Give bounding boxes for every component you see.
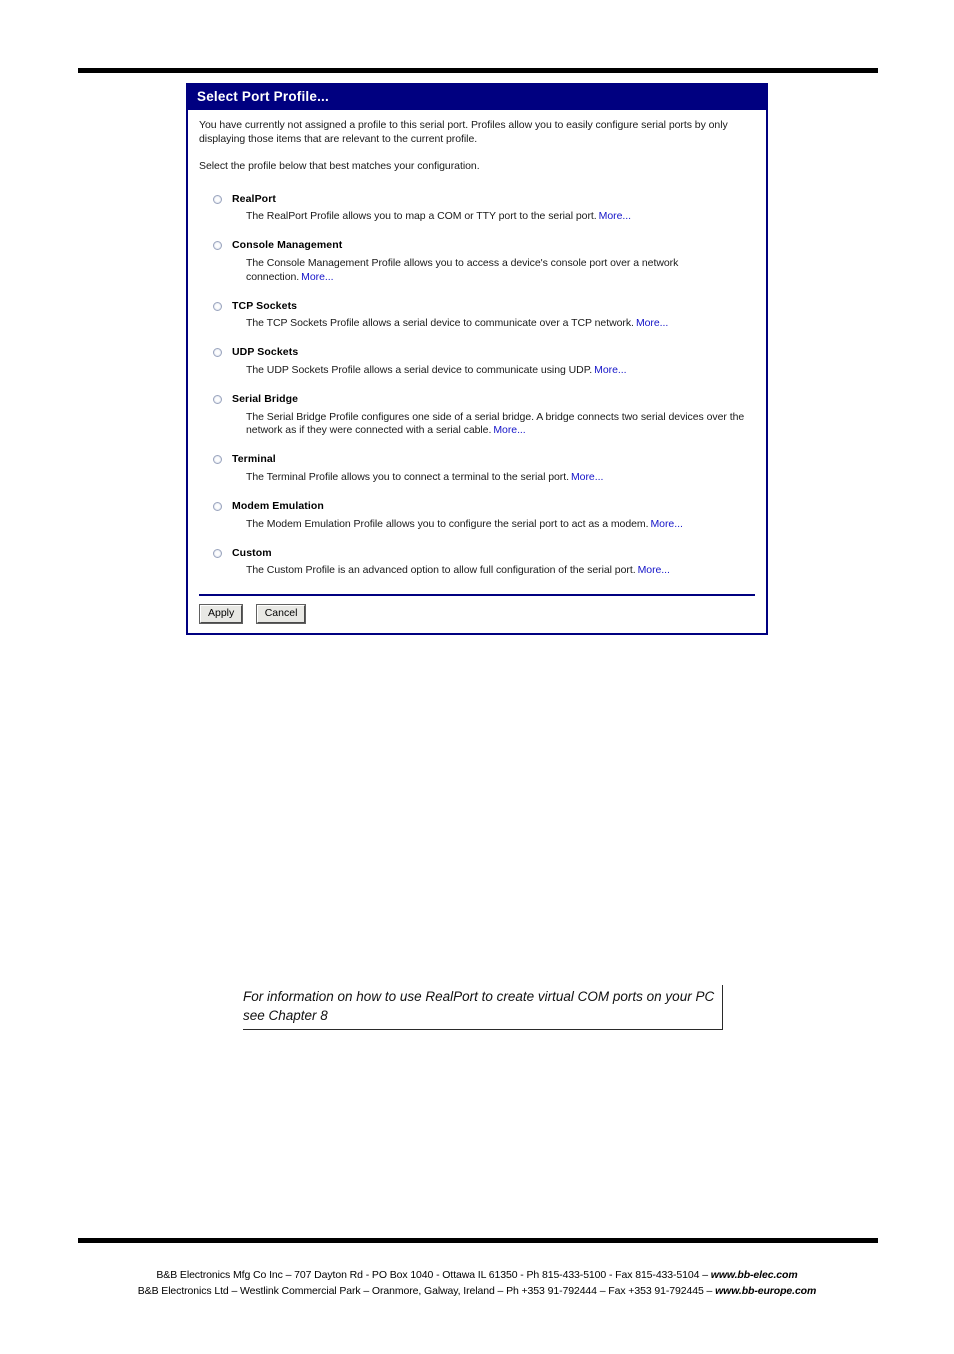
dialog-title: Select Port Profile... — [188, 85, 766, 111]
more-link-custom[interactable]: More... — [638, 564, 670, 576]
profile-description-text: The RealPort Profile allows you to map a… — [246, 210, 597, 223]
cancel-button[interactable]: Cancel — [255, 604, 307, 625]
profile-option-realport[interactable]: RealPort The RealPort Profile allows you… — [199, 193, 755, 225]
profile-option-tcp-sockets[interactable]: TCP Sockets The TCP Sockets Profile allo… — [199, 300, 755, 332]
profile-option-description: The Console Management Profile allows yo… — [232, 257, 755, 285]
profile-option-description: The Serial Bridge Profile configures one… — [232, 411, 755, 439]
profile-option-label: TCP Sockets — [232, 299, 298, 312]
radio-udp-sockets[interactable] — [213, 348, 222, 358]
profile-option-label: Serial Bridge — [232, 392, 299, 405]
profile-option-label: RealPort — [232, 192, 276, 205]
profile-option-description: The Modem Emulation Profile allows you t… — [232, 518, 755, 532]
page-bottom-rule — [78, 1238, 878, 1243]
radio-terminal[interactable] — [213, 455, 222, 465]
more-link-terminal[interactable]: More... — [571, 471, 603, 483]
footer-eu-website: www.bb-europe.com — [715, 1284, 817, 1297]
more-link-realport[interactable]: More... — [599, 210, 631, 222]
dialog-intro-paragraph-1: You have currently not assigned a profil… — [199, 119, 728, 146]
profile-description-text: The Custom Profile is an advanced option… — [246, 564, 636, 577]
profile-option-description: The UDP Sockets Profile allows a serial … — [232, 364, 755, 378]
radio-serial-bridge[interactable] — [213, 394, 222, 404]
profile-description-text: The Modem Emulation Profile allows you t… — [246, 517, 649, 530]
dialog-action-bar: Apply Cancel — [198, 596, 755, 633]
profile-option-console-management[interactable]: Console Management The Console Managemen… — [199, 239, 755, 285]
radio-modem-emulation[interactable] — [213, 501, 222, 511]
footer-us-address: B&B Electronics Mfg Co Inc – 707 Dayton … — [156, 1269, 711, 1281]
page-footer: B&B Electronics Mfg Co Inc – 707 Dayton … — [0, 1268, 954, 1300]
select-port-profile-dialog: Select Port Profile... You have currentl… — [186, 83, 768, 636]
note-text: For information on how to use RealPort t… — [243, 989, 715, 1024]
profile-option-description: The Terminal Profile allows you to conne… — [232, 471, 755, 485]
profile-option-label: UDP Sockets — [232, 346, 299, 359]
more-link-serial-bridge[interactable]: More... — [493, 424, 525, 436]
dialog-intro-paragraph-2: Select the profile below that best match… — [199, 159, 480, 172]
profile-description-text: The Terminal Profile allows you to conne… — [246, 471, 569, 483]
profile-option-modem-emulation[interactable]: Modem Emulation The Modem Emulation Prof… — [199, 500, 755, 532]
footer-eu-address: B&B Electronics Ltd – Westlink Commercia… — [137, 1284, 716, 1297]
radio-custom[interactable] — [213, 548, 222, 558]
profile-option-description: The TCP Sockets Profile allows a serial … — [232, 317, 755, 331]
footer-line-us: B&B Electronics Mfg Co Inc – 707 Dayton … — [0, 1268, 954, 1284]
profile-option-label: Terminal — [232, 453, 276, 466]
more-link-udp-sockets[interactable]: More... — [594, 364, 626, 376]
profile-option-label: Custom — [232, 546, 272, 559]
more-link-modem-emulation[interactable]: More... — [650, 518, 682, 530]
footer-line-eu: B&B Electronics Ltd – Westlink Commercia… — [0, 1284, 954, 1300]
radio-tcp-sockets[interactable] — [213, 301, 222, 311]
profile-option-udp-sockets[interactable]: UDP Sockets The UDP Sockets Profile allo… — [199, 346, 755, 378]
dialog-body: You have currently not assigned a profil… — [188, 110, 766, 633]
profile-option-serial-bridge[interactable]: Serial Bridge The Serial Bridge Profile … — [199, 393, 755, 439]
profile-option-custom[interactable]: Custom The Custom Profile is an advanced… — [199, 547, 755, 579]
profile-option-description: The Custom Profile is an advanced option… — [232, 564, 755, 578]
note-callout-box: For information on how to use RealPort t… — [243, 985, 723, 1031]
profile-option-label: Console Management — [232, 239, 343, 252]
apply-button[interactable]: Apply — [198, 604, 244, 625]
footer-us-website: www.bb-elec.com — [710, 1269, 798, 1281]
radio-realport[interactable] — [213, 194, 222, 204]
more-link-console-management[interactable]: More... — [301, 271, 333, 283]
profile-option-label: Modem Emulation — [232, 499, 324, 512]
radio-console-management[interactable] — [213, 241, 222, 251]
profile-option-description: The RealPort Profile allows you to map a… — [232, 210, 755, 224]
profile-option-terminal[interactable]: Terminal The Terminal Profile allows you… — [199, 453, 755, 485]
more-link-tcp-sockets[interactable]: More... — [636, 317, 668, 329]
profile-description-text: The TCP Sockets Profile allows a serial … — [246, 317, 634, 330]
page-top-rule — [78, 68, 878, 73]
profile-description-text: The UDP Sockets Profile allows a serial … — [246, 363, 593, 376]
profile-options-list: RealPort The RealPort Profile allows you… — [199, 193, 755, 578]
